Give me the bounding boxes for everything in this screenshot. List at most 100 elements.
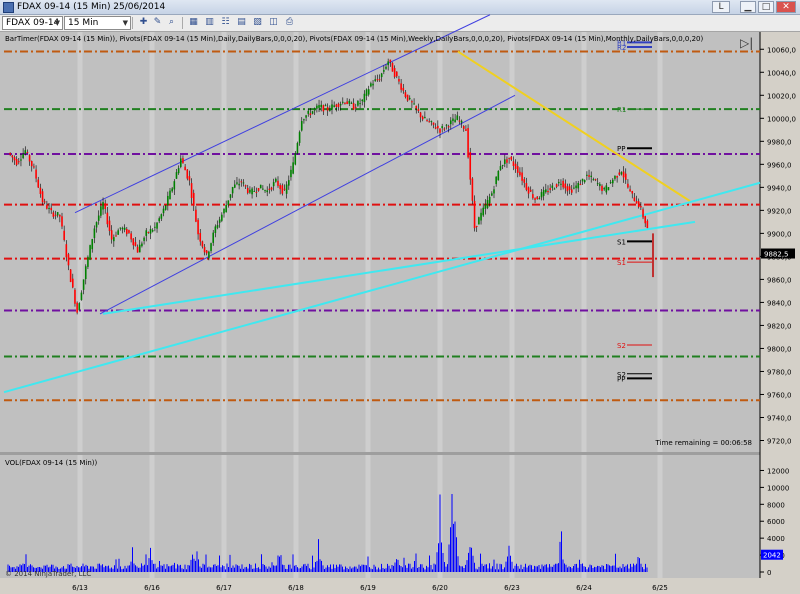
- y-tick-label: 9920,0: [767, 207, 792, 215]
- candle-body: [428, 121, 430, 123]
- pivot-label: R1: [617, 106, 626, 114]
- candle-body: [352, 103, 355, 110]
- candle-body: [406, 94, 409, 101]
- candle-body: [482, 207, 484, 216]
- candle-body: [424, 116, 426, 119]
- candle-body: [37, 179, 40, 188]
- candle-body: [162, 208, 165, 214]
- candle-body: [620, 172, 623, 175]
- candle-body: [259, 184, 262, 189]
- candle-body: [156, 222, 158, 229]
- y-tick-label: 10020,0: [767, 92, 796, 100]
- candle-body: [573, 187, 575, 189]
- y-tick-label: 9940,0: [767, 184, 792, 192]
- candle-body: [506, 159, 508, 163]
- candle-body: [48, 207, 50, 209]
- candle-body: [514, 163, 517, 170]
- y-tick-label: 9840,0: [767, 299, 792, 307]
- candle-body: [607, 187, 610, 191]
- candle-body: [562, 180, 564, 188]
- x-tick-label: 6/13: [72, 584, 88, 592]
- candle-body: [484, 204, 487, 209]
- candle-body: [15, 159, 18, 165]
- candle-body: [154, 226, 156, 228]
- candle-body: [316, 105, 318, 109]
- candle-body: [184, 166, 186, 171]
- candle-body: [288, 180, 290, 186]
- candle-body: [583, 180, 586, 183]
- candle-body: [59, 214, 61, 217]
- x-tick-label: 6/18: [288, 584, 304, 592]
- candle-body: [540, 192, 543, 198]
- candle-body: [175, 172, 178, 179]
- x-tick-label: 6/23: [504, 584, 520, 592]
- candle-body: [383, 70, 385, 72]
- candle-body: [138, 244, 141, 253]
- candle-body: [471, 178, 474, 201]
- candle-body: [82, 279, 85, 290]
- candle-body: [504, 159, 506, 164]
- candle-body: [348, 100, 351, 104]
- candle-body: [454, 119, 456, 123]
- candle-body: [128, 230, 130, 233]
- candle-body: [508, 157, 510, 159]
- candle-body: [415, 105, 418, 109]
- candle-body: [594, 179, 597, 181]
- candle-body: [283, 188, 286, 190]
- candle-body: [318, 105, 320, 108]
- candle-body: [309, 113, 312, 115]
- y-tick-label: 9760,0: [767, 391, 792, 399]
- y-tick-label: 9720,0: [767, 437, 792, 445]
- vol-tick-label: 6000: [767, 518, 785, 526]
- candle-body: [586, 174, 588, 176]
- candle-body: [136, 246, 139, 253]
- candle-body: [307, 110, 310, 114]
- candle-body: [141, 243, 143, 247]
- candle-body: [456, 115, 459, 120]
- candle-body: [644, 216, 646, 224]
- candle-body: [76, 302, 78, 313]
- pivot-label: S2: [617, 342, 626, 350]
- candle-body: [22, 153, 24, 159]
- candle-body: [28, 155, 31, 162]
- candle-body: [493, 189, 495, 194]
- y-tick-label: 9860,0: [767, 276, 792, 284]
- candle-body: [46, 205, 48, 209]
- candle-body: [450, 120, 452, 125]
- x-tick-label: 6/17: [216, 584, 232, 592]
- candle-body: [177, 168, 180, 174]
- candle-body: [113, 237, 115, 242]
- candle-body: [294, 153, 297, 165]
- candle-body: [566, 186, 569, 192]
- candle-body: [290, 169, 292, 178]
- x-tick-label: 6/25: [652, 584, 668, 592]
- candle-body: [20, 159, 22, 161]
- candle-body: [275, 178, 277, 182]
- candle-body: [361, 99, 364, 102]
- candle-body: [195, 209, 197, 222]
- candle-body: [102, 202, 104, 210]
- y-tick-label: 9800,0: [767, 345, 792, 353]
- candle-body: [421, 116, 424, 120]
- panel-collapse-icon[interactable]: ▷|: [740, 36, 754, 50]
- candle-body: [296, 143, 299, 154]
- candle-body: [69, 269, 72, 283]
- copyright-text: © 2014 NinjaTrader, LLC: [5, 570, 92, 578]
- candle-body: [130, 233, 132, 240]
- candle-body: [203, 246, 206, 253]
- candle-body: [192, 192, 195, 206]
- candle-body: [590, 175, 592, 178]
- candle-body: [65, 244, 68, 258]
- candle-body: [61, 216, 63, 227]
- candle-body: [180, 158, 182, 167]
- candle-body: [108, 220, 111, 231]
- candle-body: [579, 183, 582, 185]
- candle-body: [495, 176, 497, 185]
- candle-body: [404, 92, 407, 98]
- candle-body: [188, 176, 191, 181]
- candle-body: [100, 206, 102, 216]
- candle-body: [236, 182, 238, 184]
- candle-body: [555, 184, 558, 188]
- candle-body: [208, 251, 210, 259]
- candle-body: [568, 186, 571, 190]
